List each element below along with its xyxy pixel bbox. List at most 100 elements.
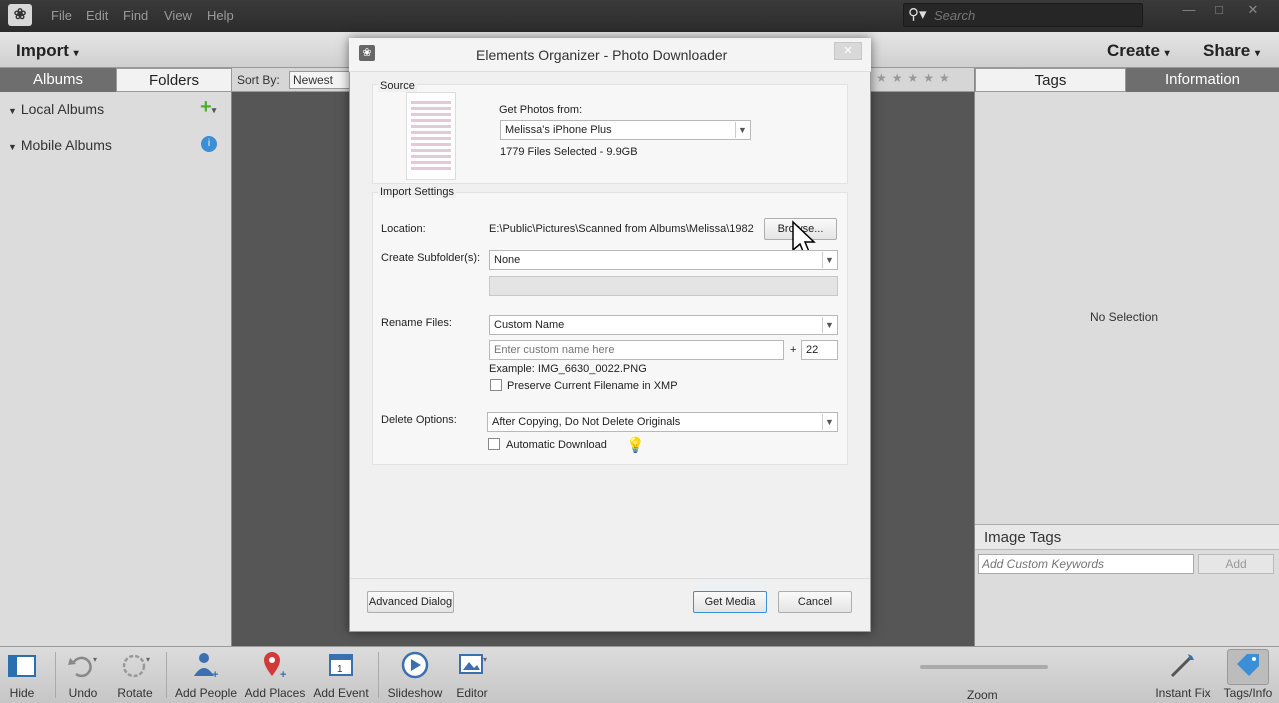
tab-information[interactable]: Information bbox=[1126, 68, 1279, 92]
tags-info-button[interactable]: Tags/Info bbox=[1213, 650, 1279, 700]
panel-hide-icon bbox=[8, 655, 36, 677]
mobile-albums-item[interactable]: ▼ Mobile Albums bbox=[8, 137, 112, 153]
subfolder-select[interactable]: None ▼ bbox=[489, 250, 838, 270]
dialog-title: Elements Organizer - Photo Downloader bbox=[476, 47, 728, 63]
automatic-download-checkbox[interactable] bbox=[488, 438, 500, 450]
files-selected-text: 1779 Files Selected - 9.9GB bbox=[500, 146, 638, 158]
star-rating-filter[interactable]: ★★★★★ bbox=[876, 71, 955, 85]
chevron-down-icon: ▼ bbox=[735, 122, 749, 138]
no-selection-text: No Selection bbox=[1090, 310, 1159, 324]
automatic-download-label: Automatic Download bbox=[506, 439, 607, 451]
subfolder-name-field bbox=[489, 276, 838, 296]
local-albums-item[interactable]: ▼ Local Albums bbox=[8, 101, 104, 117]
minimize-button[interactable]: — bbox=[1176, 2, 1202, 20]
custom-name-input[interactable] bbox=[489, 340, 784, 360]
phone-screenshot-image bbox=[411, 101, 451, 171]
tab-albums[interactable]: Albums bbox=[0, 68, 116, 92]
advanced-dialog-button[interactable]: Advanced Dialog bbox=[367, 591, 454, 613]
chevron-down-icon: ▼ bbox=[822, 252, 836, 268]
rotate-label: Rotate bbox=[117, 686, 153, 700]
menu-view[interactable]: View bbox=[164, 8, 192, 23]
create-button[interactable]: Create ▾ bbox=[1107, 41, 1170, 61]
device-select[interactable]: Melissa's iPhone Plus ▼ bbox=[500, 120, 751, 140]
editor-label: Editor bbox=[456, 686, 488, 700]
divider bbox=[166, 652, 167, 698]
menu-edit[interactable]: Edit bbox=[86, 8, 108, 23]
local-albums-label: Local Albums bbox=[20, 101, 105, 117]
image-tags-title: Image Tags bbox=[984, 529, 1062, 546]
cancel-button[interactable]: Cancel bbox=[778, 591, 852, 613]
rename-label: Rename Files: bbox=[381, 317, 452, 329]
delete-options-value: After Copying, Do Not Delete Originals bbox=[492, 416, 681, 428]
dialog-close-button[interactable]: ✕ bbox=[834, 42, 862, 60]
maximize-button[interactable]: □ bbox=[1206, 2, 1232, 20]
add-keyword-button[interactable]: Add bbox=[1198, 554, 1274, 574]
add-album-icon[interactable]: +▾ bbox=[200, 96, 216, 119]
app-logo-icon[interactable]: ❀ bbox=[8, 4, 32, 26]
zoom-slider[interactable] bbox=[920, 665, 1048, 669]
create-label: Create bbox=[1107, 41, 1160, 60]
plus-sign: + bbox=[790, 344, 797, 356]
subfolder-label: Create Subfolder(s): bbox=[381, 252, 481, 264]
editor-button[interactable]: ▾ Editor bbox=[437, 650, 507, 700]
calendar-icon: 1 bbox=[329, 654, 353, 676]
add-people-label: Add People bbox=[174, 686, 238, 700]
tab-tags[interactable]: Tags bbox=[975, 68, 1126, 92]
play-icon bbox=[401, 651, 429, 679]
rotate-button[interactable]: ▾ Rotate bbox=[100, 650, 170, 700]
subfolder-value: None bbox=[494, 254, 521, 266]
add-event-label: Add Event bbox=[313, 686, 369, 700]
sort-by-label: Sort By: bbox=[237, 73, 280, 87]
location-label: Location: bbox=[381, 223, 426, 235]
editor-icon: ▾ bbox=[459, 654, 487, 674]
tag-icon bbox=[1237, 654, 1259, 676]
close-window-button[interactable]: ✕ bbox=[1240, 2, 1266, 20]
rotate-icon: ▾ bbox=[122, 654, 150, 678]
instant-fix-label: Instant Fix bbox=[1155, 686, 1211, 700]
import-label: Import bbox=[16, 41, 69, 60]
undo-icon: ▾ bbox=[68, 655, 97, 678]
instant-fix-button[interactable]: Instant Fix bbox=[1148, 650, 1218, 700]
zoom-label: Zoom bbox=[967, 688, 998, 702]
expand-triangle-icon: ▼ bbox=[8, 106, 17, 116]
chevron-down-icon: ▼ bbox=[822, 414, 836, 430]
add-people-icon: + bbox=[194, 653, 218, 680]
share-button[interactable]: Share ▾ bbox=[1203, 41, 1260, 61]
custom-keywords-input[interactable] bbox=[978, 554, 1194, 574]
add-places-label: Add Places bbox=[244, 686, 306, 700]
menu-find[interactable]: Find bbox=[123, 8, 148, 23]
svg-text:+: + bbox=[212, 669, 218, 680]
tab-folders[interactable]: Folders bbox=[116, 68, 232, 92]
delete-options-select[interactable]: After Copying, Do Not Delete Originals ▼ bbox=[487, 412, 838, 432]
search-input[interactable]: ⚲▾ Search bbox=[903, 3, 1143, 27]
chevron-down-icon: ▾ bbox=[73, 48, 79, 59]
rename-select[interactable]: Custom Name ▼ bbox=[489, 315, 838, 335]
rename-value: Custom Name bbox=[494, 319, 565, 331]
map-pin-icon: + bbox=[264, 652, 286, 680]
tags-info-label: Tags/Info bbox=[1223, 686, 1273, 700]
menu-help[interactable]: Help bbox=[207, 8, 234, 23]
search-icon: ⚲▾ bbox=[908, 6, 927, 23]
add-event-button[interactable]: 1 Add Event bbox=[306, 650, 376, 700]
lightbulb-icon[interactable]: 💡 bbox=[626, 436, 645, 454]
mobile-info-icon[interactable]: i bbox=[201, 136, 217, 152]
start-number-input[interactable]: 22 bbox=[801, 340, 838, 360]
svg-text:▾: ▾ bbox=[483, 655, 487, 664]
add-places-button[interactable]: + Add Places bbox=[240, 650, 310, 700]
expand-triangle-icon: ▼ bbox=[8, 142, 17, 152]
svg-text:▾: ▾ bbox=[146, 655, 150, 664]
import-button[interactable]: Import ▾ bbox=[16, 41, 79, 61]
import-settings-label: Import Settings bbox=[378, 186, 456, 198]
preserve-filename-checkbox[interactable] bbox=[490, 379, 502, 391]
organizer-icon: ❀ bbox=[359, 45, 375, 61]
get-photos-label: Get Photos from: bbox=[499, 104, 583, 116]
mobile-albums-label: Mobile Albums bbox=[20, 137, 112, 153]
device-value: Melissa's iPhone Plus bbox=[505, 124, 612, 136]
sort-select[interactable]: Newest bbox=[289, 71, 351, 89]
share-label: Share bbox=[1203, 41, 1251, 60]
add-people-button[interactable]: + Add People bbox=[171, 650, 241, 700]
preserve-filename-label: Preserve Current Filename in XMP bbox=[507, 380, 678, 392]
get-media-button[interactable]: Get Media bbox=[693, 591, 767, 613]
dialog-divider bbox=[350, 578, 870, 579]
menu-file[interactable]: File bbox=[51, 8, 72, 23]
